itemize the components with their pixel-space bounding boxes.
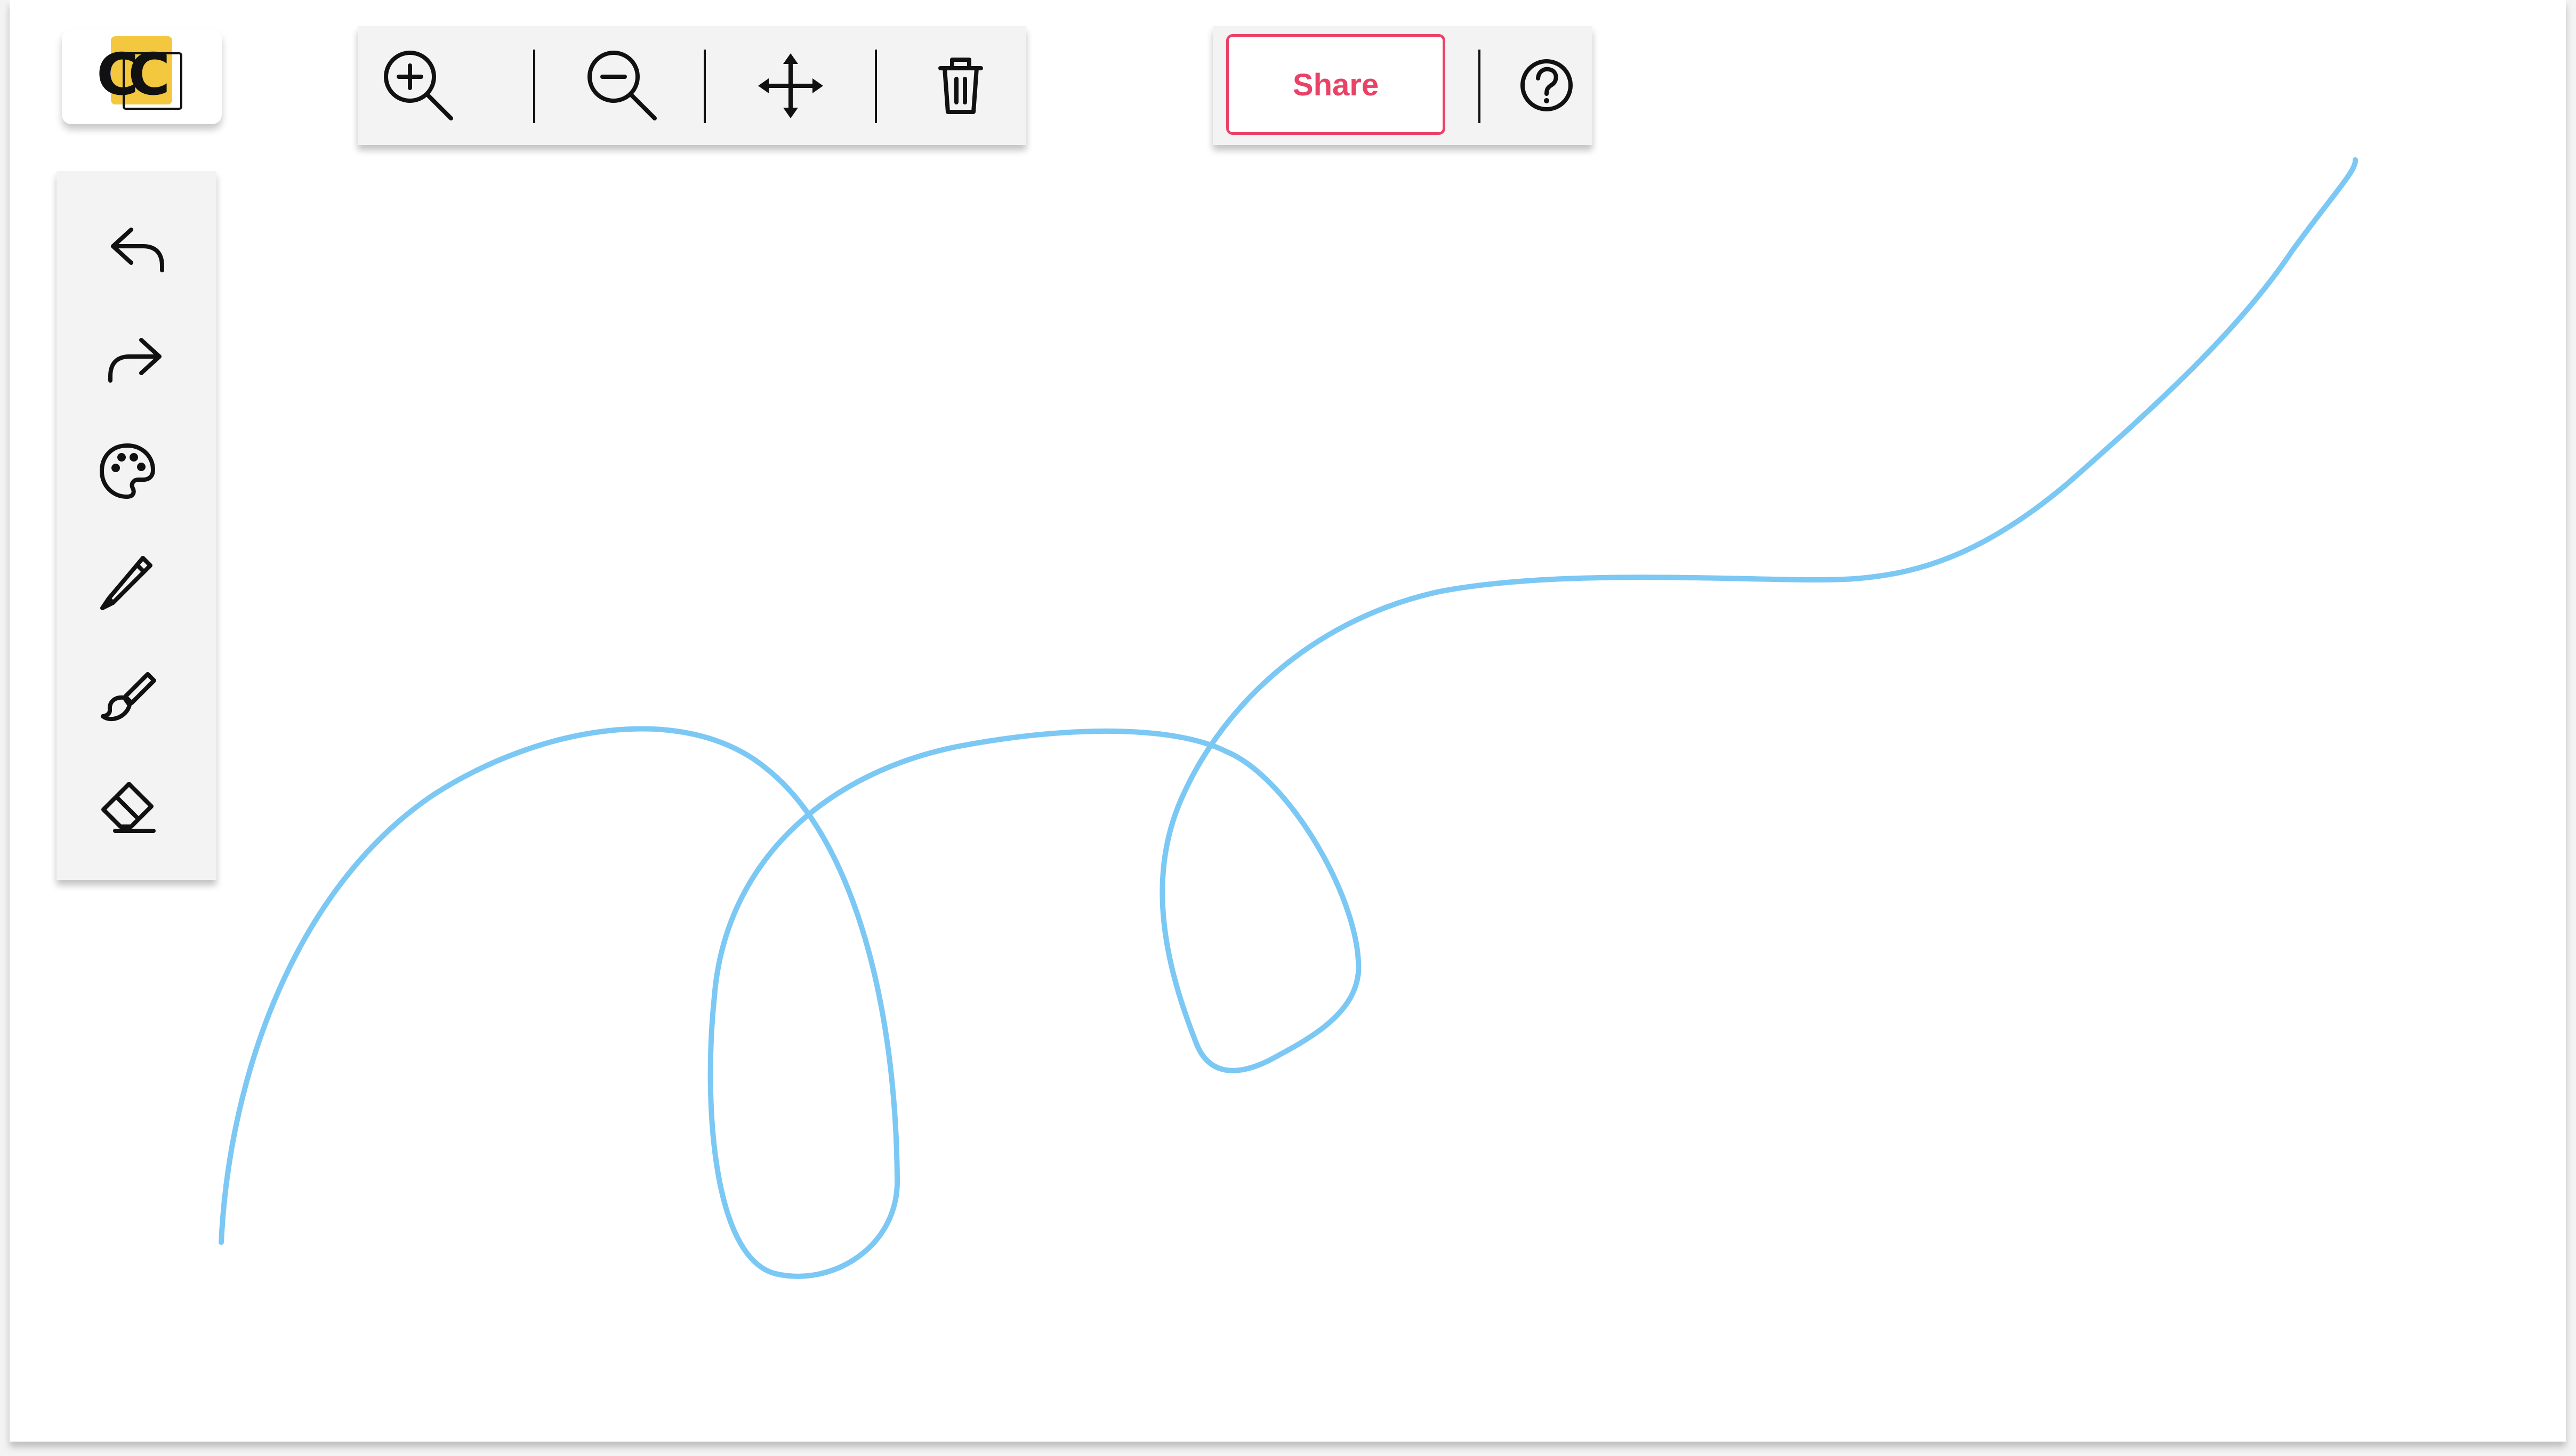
trash-icon (938, 58, 983, 114)
left-toolbar (57, 171, 216, 880)
drawing-canvas[interactable] (10, 0, 2566, 1442)
pencil-tool-button[interactable] (98, 553, 158, 612)
share-button[interactable]: Share (1226, 34, 1445, 135)
brush-icon (101, 672, 156, 721)
zoom-in-button[interactable] (383, 47, 457, 124)
eraser-tool-button[interactable] (98, 775, 158, 835)
pencil-icon (100, 556, 152, 610)
zoom-out-icon (587, 51, 657, 120)
zoom-in-icon (384, 51, 453, 120)
redo-button[interactable] (105, 331, 167, 385)
top-toolbar-divider-1 (533, 50, 535, 123)
help-icon (1520, 59, 1573, 111)
redo-icon (108, 338, 162, 383)
top-toolbar-divider-3 (875, 50, 877, 123)
brush-tool-button[interactable] (99, 664, 158, 723)
undo-icon (111, 228, 164, 272)
help-button[interactable] (1519, 58, 1574, 112)
move-icon (758, 53, 823, 118)
eraser-icon (101, 782, 156, 833)
undo-button[interactable] (106, 221, 167, 274)
clear-canvas-button[interactable] (933, 53, 988, 118)
app-logo-text: CC (96, 42, 171, 108)
color-picker-button[interactable] (98, 441, 157, 501)
share-toolbar-divider (1478, 50, 1480, 123)
palette-icon (100, 443, 155, 499)
top-toolbar (358, 26, 1026, 145)
app-frame: CC Share (0, 0, 2576, 1456)
pan-button[interactable] (758, 53, 823, 118)
zoom-out-button[interactable] (586, 47, 661, 124)
top-toolbar-divider-2 (704, 50, 706, 123)
